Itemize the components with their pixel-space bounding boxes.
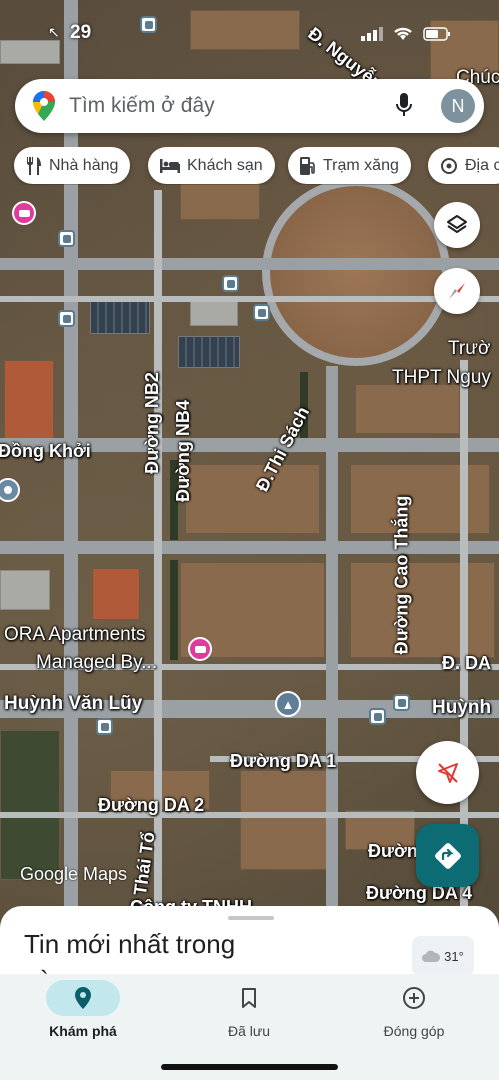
chip-attractions[interactable]: Địa c [428, 147, 499, 184]
map-lot [355, 384, 460, 434]
map-building [178, 336, 240, 368]
battery-icon [423, 26, 450, 41]
map-lot [180, 180, 260, 220]
bus-stop-icon[interactable] [58, 230, 75, 247]
road [326, 366, 338, 926]
map-label-huynh-right: Huỳnh [432, 697, 492, 718]
navigation-arrow-icon [437, 762, 458, 783]
home-indicator[interactable] [161, 1064, 338, 1070]
map-building [0, 570, 50, 610]
location-pin-icon[interactable] [0, 478, 20, 502]
chip-restaurants[interactable]: Nhà hàng [14, 147, 131, 184]
bus-stop-icon[interactable] [222, 275, 239, 292]
nav-saved-pill [212, 980, 286, 1016]
bus-stop-icon[interactable] [393, 694, 410, 711]
status-icons [361, 26, 451, 41]
map-label-thpt: THPT Nguy [392, 367, 491, 388]
map-label-truong: Trườ [448, 338, 491, 359]
tree-row [170, 560, 178, 660]
hotel-pin-icon[interactable] [12, 201, 36, 225]
signal-icon [361, 26, 383, 41]
nav-explore-pill [46, 980, 120, 1016]
roundabout [262, 178, 450, 366]
bus-stop-icon[interactable] [369, 708, 386, 725]
map-label-d-da: Đ. DA [442, 653, 491, 673]
map-building [90, 300, 150, 334]
bus-stop-icon[interactable] [96, 718, 113, 735]
chip-hotels[interactable]: Khách sạn [148, 147, 275, 184]
map-label-da1: Đường DA 1 [230, 751, 337, 771]
weather-badge[interactable]: 31° [412, 936, 474, 976]
chip-label: Địa c [465, 156, 499, 174]
nav-explore[interactable]: Khám phá [28, 980, 138, 1039]
chip-label: Khách sạn [187, 156, 263, 174]
wifi-icon [394, 27, 412, 40]
directions-icon [434, 842, 461, 869]
map-label-duong-right: Đườn [368, 841, 418, 861]
road [0, 812, 499, 818]
status-bar: ↖ 29 [0, 18, 499, 48]
chip-label: Trạm xăng [323, 156, 399, 174]
search-placeholder[interactable]: Tìm kiếm ở đây [69, 94, 215, 118]
compass-icon [449, 283, 465, 299]
school-pin-icon[interactable]: ▲ [275, 691, 301, 717]
map-lot [0, 730, 60, 880]
map-label-dong-khoi: Đồng Khởi [0, 441, 91, 461]
cloud-icon [422, 950, 441, 962]
microphone-icon[interactable] [396, 93, 412, 117]
map-label-nb2: Đường NB2 [141, 372, 162, 474]
category-chips: Nhà hàng Khách sạn Trạm xăng Địa c [0, 147, 499, 185]
attraction-icon [441, 157, 457, 174]
sheet-drag-handle[interactable] [228, 916, 274, 920]
bus-stop-icon[interactable] [253, 304, 270, 321]
map-lot [350, 562, 495, 658]
explore-pin-icon [75, 987, 91, 1009]
map-lot [185, 464, 320, 534]
hotel-pin-icon[interactable] [188, 637, 212, 661]
nav-explore-label: Khám phá [49, 1023, 117, 1039]
chip-gas-stations[interactable]: Trạm xăng [288, 147, 411, 184]
nav-saved-label: Đã lưu [227, 1023, 271, 1039]
search-bar[interactable]: Tìm kiếm ở đây N [15, 79, 484, 133]
map-label-da2: Đường DA 2 [98, 795, 205, 815]
my-location-button[interactable] [416, 741, 479, 804]
map-building [92, 568, 140, 620]
layers-button[interactable] [434, 202, 480, 248]
hotel-icon [160, 158, 180, 173]
map-label-ora-managed: Managed By... [36, 652, 158, 673]
map-lot [350, 464, 490, 534]
weather-temperature: 31° [444, 948, 464, 964]
map-label-cao-thang: Đường Cao Thắng [391, 495, 412, 655]
restaurant-icon [27, 156, 41, 175]
back-arrow-icon: ↖ [48, 24, 60, 40]
layers-icon [447, 215, 467, 233]
nav-contribute-label: Đóng góp [383, 1023, 445, 1039]
gas-station-icon [300, 156, 315, 175]
map-label-huynh-van-luy: Huỳnh Văn Lũy [4, 693, 143, 714]
nav-contribute-pill [377, 980, 451, 1016]
account-avatar[interactable]: N [441, 89, 475, 123]
chip-label: Nhà hàng [49, 156, 119, 174]
directions-button[interactable] [416, 824, 479, 887]
add-circle-icon [403, 987, 425, 1009]
bookmark-icon [242, 988, 256, 1008]
nav-saved[interactable]: Đã lưu [194, 980, 304, 1039]
compass-button[interactable] [434, 268, 480, 314]
status-time: 29 [70, 22, 92, 43]
nav-contribute[interactable]: Đóng góp [359, 980, 469, 1039]
google-maps-pin-icon [33, 91, 55, 121]
map-building [4, 360, 54, 440]
map-label-ora-apartments: ORA Apartments [4, 624, 146, 645]
google-maps-watermark: Google Maps [20, 864, 128, 884]
bus-stop-icon[interactable] [58, 310, 75, 327]
map-lot [240, 770, 330, 870]
road [0, 296, 499, 302]
map-label-nb4: Đường NB4 [172, 400, 193, 502]
